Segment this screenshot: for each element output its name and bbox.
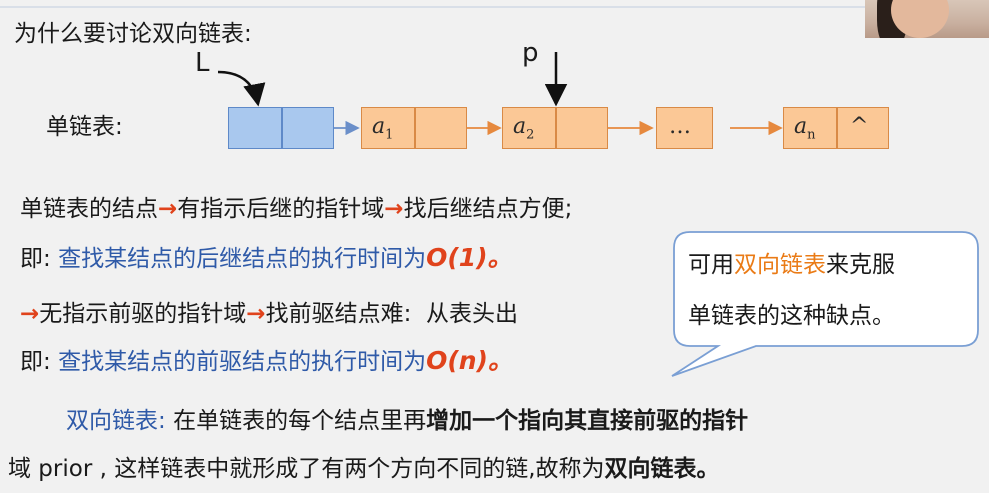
text-segment: 来克服 [826, 252, 895, 278]
bubble-line-1: 可用双向链表来克服 [688, 243, 895, 287]
para-line-1: 双向链表: 在单链表的每个结点里再增加一个指向其直接前驱的指针 [66, 406, 748, 436]
para-line-2: 域 prior , 这样链表中就形成了有两个方向不同的链,故称为双向链表。 [8, 454, 720, 484]
term-double-list: 双向链表: [66, 408, 166, 434]
bold-segment: 双向链表。 [604, 456, 720, 482]
bubble-highlight: 双向链表 [734, 252, 826, 278]
bubble-line-2: 单链表的这种缺点。 [688, 303, 895, 329]
text-segment: 域 prior , 这样链表中就形成了有两个方向不同的链,故称为 [8, 456, 605, 482]
bold-segment: 增加一个指向其直接前驱的指针 [426, 408, 749, 434]
text-segment: 可用 [688, 252, 734, 278]
text-segment: 在单链表的每个结点里再 [173, 408, 427, 434]
